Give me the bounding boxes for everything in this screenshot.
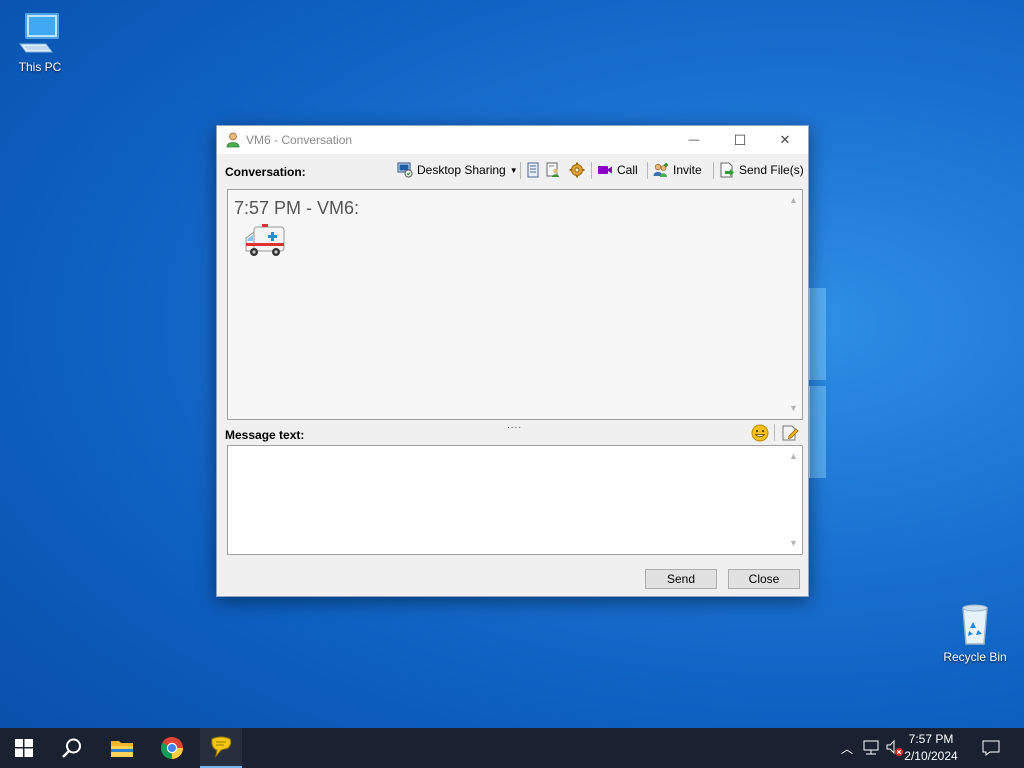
file-explorer-icon: [111, 741, 133, 757]
recycle-bin-label: Recycle Bin: [943, 650, 1007, 664]
desktop-sharing-button[interactable]: Desktop Sharing ▼: [397, 160, 518, 180]
message-input[interactable]: ▲ ▼: [227, 445, 803, 555]
taskbar: ︿ 7:57 PM 2/10/2024: [0, 728, 1024, 768]
close-window-button[interactable]: ✕: [762, 126, 808, 154]
invite-label: Invite: [673, 163, 702, 177]
history-button[interactable]: [525, 160, 545, 180]
splitter-grip[interactable]: ....: [507, 420, 522, 431]
scroll-up-icon[interactable]: ▲: [789, 196, 798, 205]
gear-icon: [569, 162, 585, 178]
minimize-icon: —: [688, 134, 700, 146]
emoticon-button[interactable]: [751, 424, 769, 442]
messenger-icon: [211, 736, 232, 758]
chrome-button[interactable]: [148, 728, 196, 768]
ambulance-emoji-icon: [245, 224, 285, 256]
scroll-up-icon[interactable]: ▲: [789, 452, 798, 461]
send-files-button[interactable]: Send File(s): [719, 160, 804, 180]
toolbar-separator: [520, 162, 521, 179]
desktop-sharing-label: Desktop Sharing: [417, 163, 506, 177]
maximize-icon: ☐: [733, 131, 747, 148]
send-file-icon: [720, 162, 734, 178]
title-bar[interactable]: VM6 - Conversation — ☐ ✕: [217, 126, 808, 154]
invite-users-icon: [653, 163, 668, 177]
dropdown-arrow-icon: ▼: [509, 165, 518, 175]
this-pc-desktop-icon[interactable]: This PC: [0, 10, 80, 74]
desktop-sharing-icon: [397, 162, 413, 178]
recycle-bin-icon: [951, 600, 999, 648]
user-icon: [226, 132, 240, 148]
conversation-scrollbar[interactable]: ▲ ▼: [786, 191, 801, 418]
message-scrollbar[interactable]: ▲ ▼: [786, 447, 801, 553]
smiley-icon: [751, 424, 769, 442]
edit-note-icon: [782, 425, 799, 441]
toolbar-separator: [591, 162, 592, 179]
contact-card-icon: [546, 162, 559, 177]
toolbar-separator: [774, 424, 775, 441]
invite-button[interactable]: Invite: [653, 160, 702, 180]
maximize-button[interactable]: ☐: [717, 126, 763, 154]
start-icon: [15, 739, 33, 757]
network-icon: [863, 740, 879, 755]
format-text-button[interactable]: [781, 424, 799, 442]
scroll-down-icon[interactable]: ▼: [789, 404, 798, 413]
toolbar-separator: [713, 162, 714, 179]
chevron-up-icon: ︿: [840, 741, 853, 756]
show-hidden-icons-button[interactable]: ︿: [838, 728, 856, 768]
send-button[interactable]: Send: [645, 569, 717, 589]
minimize-button[interactable]: —: [671, 126, 717, 154]
message-text-label: Message text:: [225, 428, 305, 442]
close-icon: ✕: [779, 132, 791, 147]
conversation-window: VM6 - Conversation — ☐ ✕ Conversation: D…: [216, 125, 809, 597]
conversation-toolbar: Conversation: Desktop Sharing ▼ Call Inv…: [217, 156, 808, 184]
call-label: Call: [617, 163, 638, 177]
settings-button[interactable]: [569, 160, 589, 180]
desktop-windows-logo: [808, 288, 826, 480]
this-pc-label: This PC: [18, 60, 62, 74]
call-button[interactable]: Call: [597, 160, 638, 180]
conversation-history[interactable]: 7:57 PM - VM6: ▲ ▼: [227, 189, 803, 420]
clock-date: 2/10/2024: [904, 749, 958, 763]
messenger-button[interactable]: [200, 728, 242, 768]
chrome-icon: [161, 737, 183, 759]
contact-info-button[interactable]: [545, 160, 565, 180]
clock-time: 7:57 PM: [908, 732, 954, 746]
recycle-bin-desktop-icon[interactable]: Recycle Bin: [935, 600, 1015, 664]
file-explorer-button[interactable]: [98, 728, 146, 768]
notebook-icon: [527, 162, 539, 178]
window-title: VM6 - Conversation: [246, 133, 353, 147]
scroll-down-icon[interactable]: ▼: [789, 539, 798, 548]
action-center-button[interactable]: [978, 728, 1004, 768]
message-header: 7:57 PM - VM6:: [234, 198, 360, 218]
notification-icon: [982, 740, 1000, 756]
search-button[interactable]: [48, 728, 96, 768]
conversation-label: Conversation:: [225, 165, 306, 179]
search-icon: [62, 738, 81, 758]
close-button[interactable]: Close: [728, 569, 800, 589]
computer-icon: [16, 10, 64, 58]
send-files-label: Send File(s): [739, 163, 804, 177]
start-button[interactable]: [0, 728, 48, 768]
clock[interactable]: 7:57 PM 2/10/2024: [896, 731, 966, 765]
toolbar-separator: [647, 162, 648, 179]
network-button[interactable]: [860, 728, 882, 768]
video-camera-icon: [598, 166, 612, 174]
